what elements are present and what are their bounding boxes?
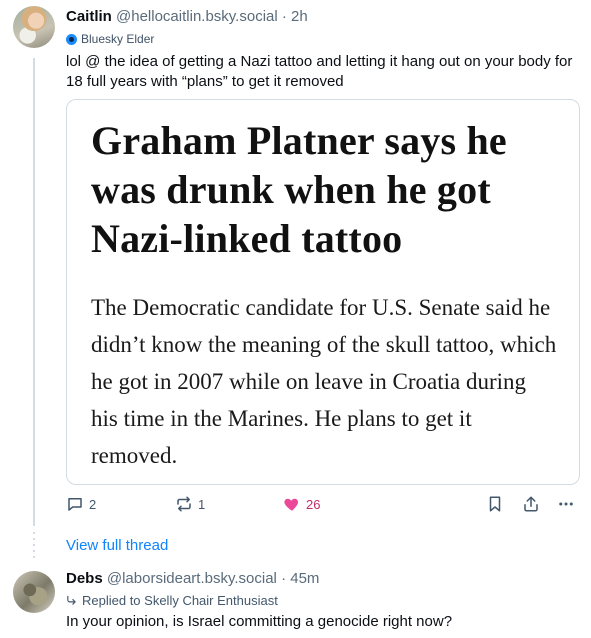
view-full-thread-link[interactable]: View full thread xyxy=(66,537,168,554)
butterfly-badge-icon xyxy=(66,33,77,45)
share-icon xyxy=(524,496,538,512)
post-header: Caitlin @hellocaitlin.bsky.social · 2h xyxy=(66,8,308,25)
separator: · xyxy=(281,570,287,587)
repost-button[interactable]: 1 xyxy=(175,495,205,513)
post-text: lol @ the idea of getting a Nazi tattoo … xyxy=(66,53,573,90)
reply-arrow-icon xyxy=(67,595,76,605)
heart-icon xyxy=(284,498,299,511)
share-button[interactable] xyxy=(522,495,540,513)
badge-label: Bluesky Elder xyxy=(81,32,155,46)
embed-description: The Democratic candidate for U.S. Senate… xyxy=(91,295,557,468)
author-handle[interactable]: @laborsideart.bsky.social xyxy=(107,570,277,587)
more-options-button[interactable] xyxy=(556,495,576,513)
author-name[interactable]: Caitlin xyxy=(66,8,112,25)
post-time[interactable]: 2h xyxy=(291,8,308,25)
post-text: In your opinion, is Israel committing a … xyxy=(66,613,453,630)
repost-count: 1 xyxy=(198,496,206,512)
like-count: 26 xyxy=(306,496,321,512)
like-button[interactable]: 26 xyxy=(283,495,320,513)
avatar[interactable] xyxy=(13,571,55,613)
reply-icon xyxy=(68,498,82,511)
ellipsis-icon xyxy=(559,502,573,506)
thread-connector-line xyxy=(33,58,35,526)
avatar[interactable] xyxy=(13,6,55,48)
badge: Bluesky Elder xyxy=(66,32,154,46)
bookmark-icon xyxy=(489,496,501,512)
link-embed-card[interactable]: Graham Platner says he was drunk when he… xyxy=(66,99,580,485)
author-name[interactable]: Debs xyxy=(66,570,103,587)
author-handle[interactable]: @hellocaitlin.bsky.social xyxy=(116,8,278,25)
post-time[interactable]: 45m xyxy=(290,570,319,587)
bookmark-button[interactable] xyxy=(486,495,504,513)
thread-dotted-connector xyxy=(33,532,35,562)
separator: · xyxy=(281,8,287,25)
post-actions: 2 1 26 xyxy=(66,495,580,517)
reply-context-label: Replied to Skelly Chair Enthusiast xyxy=(82,593,278,608)
reply-context[interactable]: Replied to Skelly Chair Enthusiast xyxy=(66,593,278,608)
reply-button[interactable]: 2 xyxy=(66,495,96,513)
repost-icon xyxy=(177,496,191,512)
reply-count: 2 xyxy=(89,496,97,512)
post-header: Debs @laborsideart.bsky.social · 45m xyxy=(66,570,319,587)
embed-title: Graham Platner says he was drunk when he… xyxy=(91,118,507,261)
